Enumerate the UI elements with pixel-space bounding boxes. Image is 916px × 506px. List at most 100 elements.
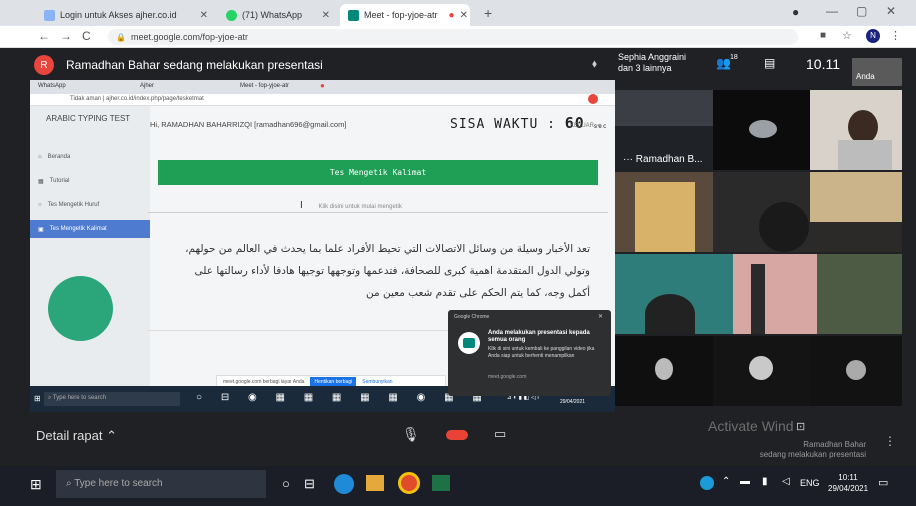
self-label: Anda <box>856 72 875 81</box>
participant-tile[interactable] <box>713 172 810 252</box>
reload-icon[interactable]: C <box>82 29 91 43</box>
notification-center-icon[interactable]: ▭ <box>878 476 888 489</box>
tab-login[interactable]: Login untuk Akses ajher.co.id ✕ <box>36 4 216 26</box>
whatsapp-icon <box>226 9 237 21</box>
network-icon[interactable]: ▮ <box>762 476 768 487</box>
battery-icon[interactable]: ▬ <box>740 476 750 487</box>
presenter-name: Ramadhan Bahar <box>803 440 866 449</box>
sidebar-item-kalimat[interactable]: ▣ Tes Mengetik Kalimat <box>30 220 150 238</box>
presenter-info: Ramadhan Bahar sedang melakukan presentas… <box>746 440 866 460</box>
avatar[interactable]: N <box>866 29 880 43</box>
participant-tile[interactable] <box>810 90 902 170</box>
close-icon[interactable]: ✕ <box>460 10 468 21</box>
inner-url: Tidak aman | ajher.co.id/index.php/page/… <box>70 96 204 102</box>
participant-tile[interactable] <box>713 336 810 406</box>
typing-input[interactable]: I Klik disini untuk mulai mengetik <box>300 200 402 211</box>
tab-label: (71) WhatsApp <box>242 10 303 20</box>
inner-tab: Ajher <box>140 83 155 89</box>
tab-meet[interactable]: Meet - fop-yjoe-atr ● ✕ <box>340 4 470 26</box>
participant-tile[interactable] <box>713 90 810 170</box>
language[interactable]: ENG <box>800 478 820 488</box>
activate-windows-watermark: Activate Wind <box>708 418 794 434</box>
divider <box>148 212 608 213</box>
close-icon[interactable]: ✕ <box>322 10 330 21</box>
camera-icon[interactable]: ■ <box>820 30 826 41</box>
meet-icon <box>348 9 359 21</box>
timer-label: SISA WAKTU : <box>450 117 556 132</box>
file-explorer-icon[interactable] <box>366 475 384 491</box>
maximize-icon[interactable]: ▢ <box>856 4 867 18</box>
tab-whatsapp[interactable]: (71) WhatsApp ✕ <box>218 4 338 26</box>
more-options-icon[interactable]: ⋮ <box>884 434 896 448</box>
recording-dot-icon: ● <box>448 9 455 21</box>
participant-tile[interactable] <box>615 254 733 334</box>
end-call-button[interactable] <box>446 430 468 440</box>
edge-icon[interactable] <box>334 474 354 494</box>
participant-tile[interactable] <box>733 254 817 334</box>
star-icon[interactable]: ☆ <box>842 29 852 42</box>
hide-button[interactable]: Sembunyikan <box>362 379 392 385</box>
windows-icon[interactable]: ⊞ <box>34 394 41 403</box>
cortana-icon[interactable]: ○ <box>282 476 290 491</box>
logout-label: KELUAR <box>570 123 595 129</box>
notification-body: Klik di sini untuk kembali ke panggilan … <box>488 346 595 359</box>
present-icon[interactable]: ⊡ <box>796 420 805 433</box>
self-tile: Anda <box>852 58 902 86</box>
search-input[interactable]: ⌕ Type here to search <box>56 470 266 498</box>
sidebar-item-tutorial[interactable]: ▦ Tutorial <box>38 172 148 190</box>
search-placeholder: Type here to search <box>74 478 163 489</box>
date: 29/04/2021 <box>828 484 869 493</box>
sidebar-item-beranda[interactable]: ⌂ Beranda <box>38 148 148 166</box>
windows-icon[interactable]: ⊞ <box>30 476 42 493</box>
banner: Tes Mengetik Kalimat <box>158 160 598 185</box>
presenter-status: sedang melakukan presentasi <box>759 450 866 459</box>
sidebar-item-label: Tutorial <box>49 178 70 184</box>
chat-icon[interactable]: ▤ <box>764 56 775 70</box>
meet-icon <box>458 332 480 354</box>
forward-icon[interactable]: → <box>60 29 72 43</box>
avatar: R <box>34 55 54 75</box>
close-icon[interactable]: ✕ <box>200 10 208 21</box>
participant-tile[interactable] <box>817 254 902 334</box>
clock: 10.11 <box>806 56 840 72</box>
participant-tile[interactable] <box>615 172 713 252</box>
tray-expand-icon[interactable]: ⌃ <box>722 476 730 487</box>
pin-icon[interactable]: ⬧ <box>592 58 597 71</box>
browser-tab-bar: Login untuk Akses ajher.co.id ✕ (71) Wha… <box>0 0 916 26</box>
lock-icon: 🔒 <box>116 32 126 42</box>
close-icon[interactable]: ✕ <box>598 313 603 320</box>
participant-count: 18 <box>730 54 738 61</box>
tab-label: Meet - fop-yjoe-atr <box>364 10 438 20</box>
participant-tile[interactable] <box>810 172 902 252</box>
volume-icon[interactable]: ◁ <box>782 476 790 487</box>
task-view-icon[interactable]: ⊟ <box>304 476 315 492</box>
meeting-details-button[interactable]: Detail rapat ⌃ <box>36 428 117 444</box>
sidebar-item-huruf[interactable]: ○ Tes Mengetik Huruf <box>38 196 148 214</box>
url-text: meet.google.com/fop-yjoe-atr <box>130 32 249 42</box>
camera-icon[interactable]: ▭ <box>494 426 506 442</box>
profile-dot-icon[interactable]: ● <box>792 5 799 19</box>
notification-link: meet.google.com <box>488 374 527 380</box>
address-bar-row: ← → C 🔒 meet.google.com/fop-yjoe-atr ■ ☆… <box>0 26 916 48</box>
participant-tile[interactable]: ··· Ramadhan B... <box>615 90 713 170</box>
inner-address-bar: Tidak aman | ajher.co.id/index.php/page/… <box>30 94 615 106</box>
help-icon[interactable] <box>700 476 714 490</box>
excel-icon[interactable] <box>432 475 450 491</box>
participant-tile[interactable] <box>810 336 902 406</box>
inner-search[interactable]: ⌕ Type here to search <box>44 392 180 406</box>
chrome-notification[interactable]: Google Chrome ✕ Anda melakukan presentas… <box>448 310 611 396</box>
url-field[interactable]: 🔒 meet.google.com/fop-yjoe-atr <box>108 29 798 45</box>
meeting-details-label: Detail rapat <box>36 428 103 443</box>
new-tab-icon[interactable]: + <box>484 5 492 21</box>
logout-button[interactable]: KELUAR ⇥ <box>570 122 601 129</box>
microphone-icon[interactable]: 🎙 <box>402 426 420 443</box>
back-icon[interactable]: ← <box>38 29 50 43</box>
inner-tab-bar: WhatsApp Ajher Meet - fop-yjoe-atr ● <box>30 80 615 94</box>
window-close-icon[interactable]: ✕ <box>886 4 896 18</box>
people-icon[interactable]: 👥 <box>716 56 731 70</box>
system-clock[interactable]: 10:11 29/04/2021 <box>828 472 868 494</box>
minimize-icon[interactable]: — <box>826 4 838 18</box>
chrome-icon[interactable] <box>398 472 420 494</box>
menu-icon[interactable]: ⋮ <box>890 29 901 42</box>
participant-tile[interactable] <box>615 336 713 406</box>
